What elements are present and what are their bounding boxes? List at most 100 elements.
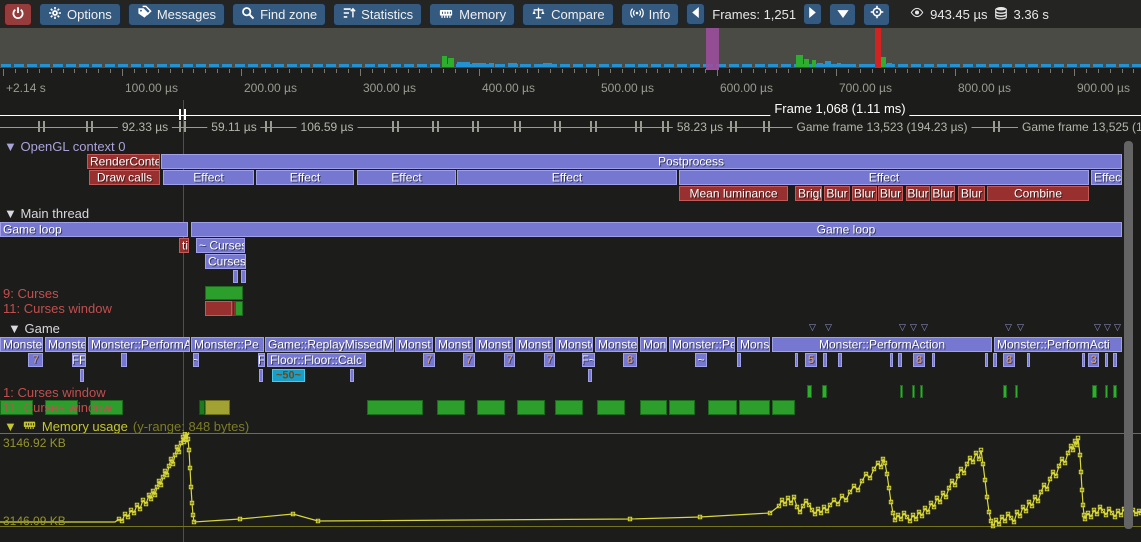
find-zone-button[interactable]: Find zone — [232, 3, 326, 26]
timeline-zone[interactable] — [1003, 385, 1007, 398]
timeline-zone[interactable] — [898, 353, 902, 367]
timeline-zone[interactable] — [597, 400, 625, 415]
timeline-zone[interactable] — [350, 369, 354, 382]
timeline-zone[interactable] — [259, 369, 263, 382]
timeline-zone[interactable]: Combine — [987, 186, 1089, 201]
message-marker-icon[interactable]: ▽ — [921, 322, 928, 333]
timeline-zone[interactable]: Game loop — [191, 222, 1122, 237]
memory-graph[interactable] — [0, 432, 1141, 542]
timeline-zone[interactable] — [205, 301, 232, 316]
message-marker-icon[interactable]: ▽ — [1094, 322, 1101, 333]
frames-overview-histogram[interactable] — [0, 28, 1141, 68]
timeline-zone[interactable]: Blur — [931, 186, 955, 201]
timeline-zone[interactable] — [367, 400, 423, 415]
timeline-zone[interactable]: 7 — [463, 353, 475, 367]
messages-button[interactable]: Messages — [128, 3, 225, 26]
timeline-zone[interactable]: Monste — [595, 337, 638, 352]
timeline-zone[interactable]: Mons — [737, 337, 770, 352]
timeline-zone[interactable]: Monst — [515, 337, 553, 352]
timeline-zone[interactable]: 8 — [913, 353, 925, 367]
center-view-button[interactable] — [863, 3, 890, 26]
timeline-zone[interactable]: Monst — [395, 337, 433, 352]
thread-header-game[interactable]: ▼ Game — [8, 321, 60, 336]
timeline-zone[interactable]: Effect — [256, 170, 354, 185]
timeline-zone[interactable]: Curses — [205, 254, 246, 269]
message-marker-icon[interactable]: ▽ — [1005, 322, 1012, 333]
timeline-zone[interactable]: Bright — [795, 186, 822, 201]
timeline-zone[interactable]: RenderConte — [87, 154, 160, 169]
timeline-zone[interactable] — [739, 400, 770, 415]
timeline-zone[interactable]: Effect — [357, 170, 456, 185]
timeline-zone[interactable]: Monster::Pe — [669, 337, 735, 352]
info-button[interactable]: Info — [621, 3, 680, 26]
timeline-zone[interactable] — [80, 369, 84, 382]
message-marker-icon[interactable]: ▽ — [1114, 322, 1121, 333]
timeline-zone[interactable]: Monster::PerformA — [88, 337, 190, 352]
message-marker-icon[interactable]: ▽ — [1104, 322, 1111, 333]
timeline-zone[interactable]: ~ — [193, 353, 199, 367]
timeline-zone[interactable]: Blur — [906, 186, 930, 201]
message-marker-icon[interactable]: ▽ — [825, 322, 832, 333]
timeline-zone[interactable] — [795, 353, 798, 367]
next-frame-button[interactable] — [803, 3, 822, 25]
timeline-zone[interactable] — [985, 353, 988, 367]
timeline-zone[interactable]: Effect — [679, 170, 1089, 185]
time-axis[interactable]: +2.14 s100.00 µs200.00 µs300.00 µs400.00… — [0, 68, 1141, 100]
timeline-zone[interactable]: Game loop — [0, 222, 188, 237]
timeline-zone[interactable]: ~50~ — [272, 369, 305, 382]
timeline-zone[interactable] — [241, 270, 246, 283]
timeline-zone[interactable] — [669, 400, 695, 415]
memory-button[interactable]: Memory — [429, 3, 515, 26]
timeline-zone[interactable]: F — [258, 353, 265, 367]
timeline-zone[interactable] — [900, 385, 903, 398]
timeline-zone[interactable]: Floor::Floor::Calc — [267, 353, 366, 367]
timeline-zone[interactable] — [477, 400, 505, 415]
timeline-zone[interactable]: Mean luminance — [679, 186, 788, 201]
timeline-zone[interactable] — [121, 353, 127, 367]
timeline-zone[interactable]: Effect — [163, 170, 254, 185]
timeline-zone[interactable]: 7 — [28, 353, 43, 367]
timeline-zone[interactable]: Blur — [824, 186, 850, 201]
timeline-zone[interactable]: Monster::Pe — [191, 337, 264, 352]
timeline-zone[interactable] — [838, 353, 842, 367]
timeline-zone[interactable]: Draw calls — [89, 170, 160, 185]
overview-selection-band[interactable] — [706, 28, 719, 68]
timeline-zone[interactable] — [1113, 353, 1117, 367]
timeline-zone[interactable]: ~ Curses — [196, 238, 245, 253]
timeline-zone[interactable] — [233, 270, 238, 283]
compare-button[interactable]: Compare — [522, 3, 613, 26]
timeline-zone[interactable] — [1027, 353, 1030, 367]
timeline-zone[interactable] — [822, 385, 827, 398]
timeline-zone[interactable]: Blur — [852, 186, 877, 201]
timeline-zone[interactable]: Monste — [555, 337, 593, 352]
timeline-zone[interactable] — [517, 400, 545, 415]
power-button[interactable] — [4, 3, 32, 26]
timeline-zone[interactable] — [205, 400, 230, 415]
timeline-zone[interactable]: 3 — [1088, 353, 1099, 367]
timeline-zone[interactable] — [1113, 385, 1117, 398]
timeline-zone[interactable]: Monster::PerformActi — [994, 337, 1122, 352]
timeline-zone[interactable]: Monst — [475, 337, 513, 352]
timeline-zone[interactable]: F~ — [582, 353, 595, 367]
timeline-zone[interactable] — [890, 353, 893, 367]
timeline-zone[interactable]: 7 — [423, 353, 435, 367]
timeline-zone[interactable] — [1082, 353, 1085, 367]
timeline-zone[interactable]: Mons — [640, 337, 667, 352]
timeline-zone[interactable]: 8 — [1003, 353, 1015, 367]
timeline-zone[interactable]: ti — [179, 238, 189, 253]
timeline-zone[interactable]: Monste — [0, 337, 43, 352]
message-marker-icon[interactable]: ▽ — [1017, 322, 1024, 333]
timeline-zone[interactable] — [823, 353, 827, 367]
timeline-zone[interactable]: Blur — [958, 186, 985, 201]
vertical-scrollbar[interactable] — [1124, 141, 1133, 529]
timeline-zone[interactable]: Monste — [45, 337, 86, 352]
timeline-zone[interactable] — [920, 385, 923, 398]
timeline-zone[interactable] — [737, 353, 741, 367]
timeline-zone[interactable] — [1015, 385, 1018, 398]
timeline-zone[interactable]: Game::ReplayMissedM — [265, 337, 394, 352]
timeline-zone[interactable] — [912, 385, 915, 398]
thread-header-main[interactable]: ▼ Main thread — [4, 206, 89, 221]
timeline-zone[interactable]: FF — [72, 353, 86, 367]
zoom-to-frame-button[interactable] — [829, 3, 856, 26]
timeline-zone[interactable] — [437, 400, 465, 415]
